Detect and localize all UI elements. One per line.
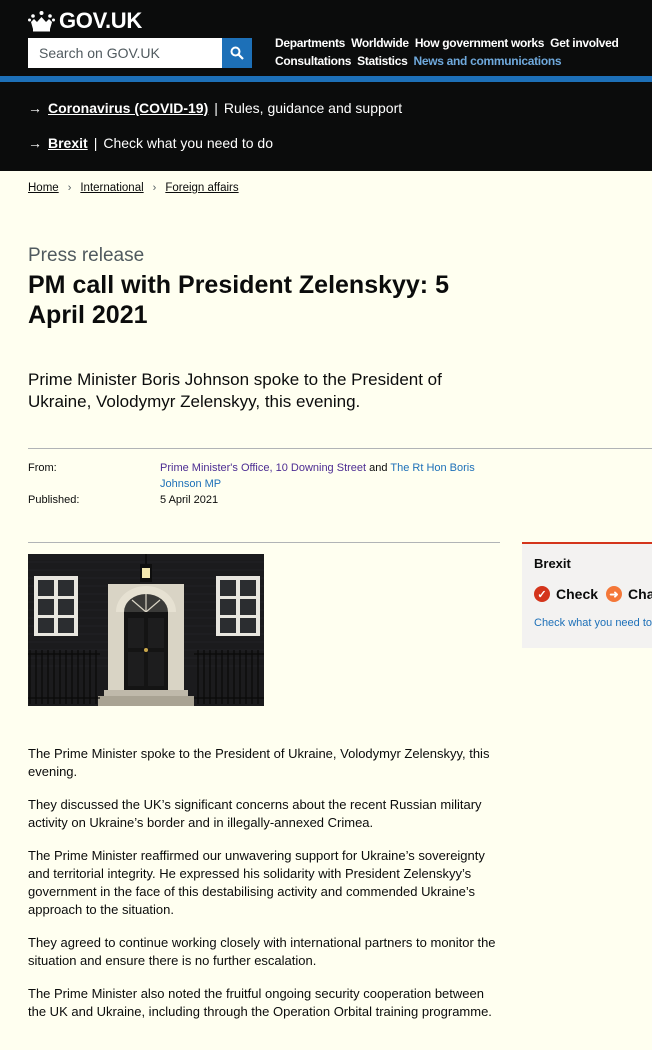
tick-icon: ✓ [534, 586, 550, 602]
top-navigation: Departments Worldwide How government wor… [275, 34, 652, 70]
banner-link-coronavirus[interactable]: Coronavirus (COVID-19) [48, 100, 208, 116]
arrow-right-icon: → [28, 100, 42, 116]
body-paragraph: They discussed the UK’s significant conc… [28, 797, 482, 830]
article-body: The Prime Minister spoke to the Presiden… [28, 745, 502, 1036]
body-paragraph: The Prime Minister reaffirmed our unwave… [28, 848, 485, 917]
divider [28, 542, 500, 543]
search-form [28, 38, 252, 68]
page-title: PM call with President Zelenskyy: 5 Apri… [28, 271, 449, 329]
search-button[interactable] [222, 38, 252, 68]
body-paragraph: They agreed to continue working closely … [28, 935, 496, 968]
brexit-change-label: Char [628, 586, 652, 602]
arrow-right-icon: → [28, 135, 42, 151]
nav-consultations[interactable]: Consultations [275, 52, 351, 70]
lead-paragraph: Prime Minister Boris Johnson spoke to th… [28, 370, 442, 411]
chevron-right-icon: › [152, 182, 157, 194]
divider [28, 448, 652, 449]
banner-text-brexit: Check what you need to do [103, 135, 273, 151]
brexit-sidebar-title: Brexit [534, 556, 571, 571]
site-header: GOV.UK Departments Worldwide How governm… [0, 0, 652, 76]
metadata: From: Prime Minister's Office, 10 Downin… [28, 460, 488, 510]
brexit-sidebar-items: ✓ Check ➜ Char [534, 586, 652, 602]
banner-link-brexit[interactable]: Brexit [48, 135, 88, 151]
body-paragraph: The Prime Minister also noted the fruitf… [28, 986, 492, 1019]
chevron-right-icon: › [67, 182, 72, 194]
crown-icon [28, 11, 55, 32]
from-link-pm-office[interactable]: Prime Minister's Office, 10 Downing Stre… [160, 462, 366, 474]
nav-how-government-works[interactable]: How government works [415, 34, 545, 52]
nav-get-involved[interactable]: Get involved [550, 34, 619, 52]
body-paragraph: The Prime Minister spoke to the Presiden… [28, 746, 490, 779]
breadcrumb: Home › International › Foreign affairs [28, 182, 239, 194]
search-icon [230, 46, 244, 60]
search-input[interactable] [28, 38, 222, 68]
brexit-check-link[interactable]: Check what you need to [534, 617, 652, 629]
global-banner: → Coronavirus (COVID-19) | Rules, guidan… [0, 82, 652, 171]
brexit-check-label: Check [556, 586, 599, 602]
breadcrumb-foreign-affairs[interactable]: Foreign affairs [165, 182, 238, 194]
banner-separator: | [214, 100, 218, 116]
banner-separator: | [93, 135, 98, 151]
from-and: and [369, 462, 388, 474]
breadcrumb-international[interactable]: International [80, 182, 143, 194]
govuk-logo-link[interactable]: GOV.UK [28, 8, 142, 34]
page-caption: Press release [28, 245, 145, 266]
breadcrumb-home[interactable]: Home [28, 182, 59, 194]
nav-departments[interactable]: Departments [275, 34, 345, 52]
brexit-sidebar: Brexit ✓ Check ➜ Char Check what you nee… [522, 542, 652, 648]
from-label: From: [28, 462, 57, 474]
nav-statistics[interactable]: Statistics [357, 52, 408, 70]
banner-item-coronavirus: → Coronavirus (COVID-19) | Rules, guidan… [28, 100, 402, 116]
published-value: 5 April 2021 [160, 494, 219, 506]
downing-street-photo [28, 554, 264, 706]
banner-text-coronavirus: Rules, guidance and support [223, 100, 403, 116]
arrow-icon: ➜ [606, 586, 623, 602]
banner-item-brexit: → Brexit | Check what you need to do [28, 135, 273, 151]
logo-text: GOV.UK [59, 8, 142, 33]
published-label: Published: [28, 494, 80, 506]
nav-news-and-communications[interactable]: News and communications [413, 52, 561, 70]
nav-worldwide[interactable]: Worldwide [351, 34, 409, 52]
from-value: Prime Minister's Office, 10 Downing Stre… [160, 460, 480, 492]
